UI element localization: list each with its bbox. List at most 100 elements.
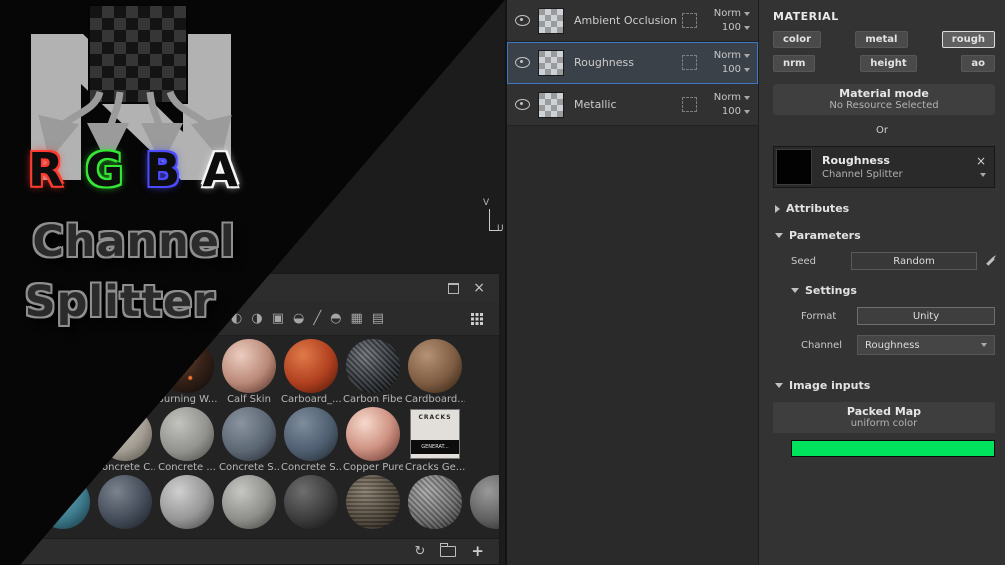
float-window-icon[interactable] — [448, 282, 460, 294]
layer-row-ambient-occlusion[interactable]: Ambient Occlusion Norm 100 — [507, 0, 758, 42]
shelf-item[interactable]: Burning W... — [156, 339, 218, 407]
shelf-item[interactable] — [342, 475, 404, 539]
channel-buttons: color metal rough nrm height ao — [773, 31, 995, 72]
mask-slot-icon[interactable] — [682, 97, 697, 112]
channel-height-button[interactable]: height — [860, 55, 917, 72]
shelf-toolbar: ◐ ◑ ▣ ◒ ╱ ◓ ▦ ▤ — [11, 302, 499, 336]
material-sphere — [98, 407, 152, 461]
filter-brushes-icon[interactable]: ╱ — [313, 312, 321, 325]
shelf-panel: × ◐ ◑ ▣ ◒ ╱ ◓ ▦ ▤ Burning W... Calf Skin — [10, 273, 500, 565]
material-sphere — [346, 407, 400, 461]
refresh-icon[interactable]: ↻ — [415, 545, 426, 558]
shelf-item[interactable] — [94, 475, 156, 539]
channel-metal-button[interactable]: metal — [855, 31, 908, 48]
resource-selector[interactable]: Roughness × Channel Splitter — [773, 146, 995, 188]
mask-slot-icon[interactable] — [682, 13, 697, 28]
blend-mode-dropdown[interactable]: Norm — [714, 8, 750, 19]
filter-smart-materials-icon[interactable]: ◑ — [251, 312, 262, 325]
material-sphere — [284, 339, 338, 393]
visibility-eye-icon[interactable] — [515, 99, 530, 110]
cracks-generator-thumb: CRACKS GENERAT... — [410, 409, 460, 459]
add-resource-icon[interactable]: + — [471, 544, 484, 559]
section-attributes[interactable]: Attributes — [775, 202, 1005, 215]
filter-alphas-icon[interactable]: ◓ — [330, 312, 341, 325]
packed-map-swatch[interactable] — [791, 440, 995, 457]
grid-view-icon[interactable] — [471, 312, 483, 325]
close-icon[interactable]: × — [473, 281, 485, 295]
mask-slot-icon[interactable] — [682, 55, 697, 70]
axis-u-label: U — [497, 224, 504, 234]
shelf-item-label: Concrete S... — [219, 462, 279, 473]
shelf-item[interactable]: Cardboard... — [404, 339, 466, 407]
shelf-item[interactable] — [404, 475, 466, 539]
resource-dropdown-icon[interactable] — [980, 172, 986, 177]
layer-thumbnail[interactable] — [538, 49, 564, 76]
layer-name: Roughness — [574, 56, 635, 69]
channel-ao-button[interactable]: ao — [961, 55, 995, 72]
chevron-down-icon — [744, 67, 750, 72]
uv-axis-indicator: V U — [480, 198, 506, 240]
shelf-item[interactable]: Calf Skin — [218, 339, 280, 407]
shelf-item[interactable]: Copper Pure — [342, 407, 404, 475]
filter-procedurals-icon[interactable]: ▦ — [351, 312, 363, 325]
cracks-thumb-text: CRACKS — [418, 414, 452, 421]
packed-map-input[interactable]: Packed Map uniform color — [773, 402, 995, 433]
channel-color-button[interactable]: color — [773, 31, 822, 48]
format-selector[interactable]: Unity — [857, 307, 995, 325]
shelf-item[interactable]: Concrete ... — [156, 407, 218, 475]
blend-mode-dropdown[interactable]: Norm — [714, 50, 750, 61]
chevron-down-icon — [981, 343, 987, 347]
format-label: Format — [801, 310, 837, 322]
shelf-item[interactable]: Concrete C... — [94, 407, 156, 475]
channel-nrm-button[interactable]: nrm — [773, 55, 816, 72]
material-sphere — [98, 475, 152, 529]
shelf-item[interactable] — [218, 475, 280, 539]
shelf-item[interactable] — [32, 475, 94, 539]
shelf-item-label: Calf Skin — [227, 394, 271, 405]
material-sphere — [160, 475, 214, 529]
layer-row-roughness[interactable]: Roughness Norm 100 — [507, 42, 758, 84]
shelf-item[interactable]: Carboard_... — [280, 339, 342, 407]
resource-clear-icon[interactable]: × — [976, 155, 986, 167]
shelf-row-1: Burning W... Calf Skin Carboard_... Carb… — [11, 339, 499, 407]
layer-thumbnail[interactable] — [538, 91, 564, 118]
visibility-eye-icon[interactable] — [515, 57, 530, 68]
channel-dropdown[interactable]: Roughness — [857, 335, 995, 355]
visibility-eye-icon[interactable] — [515, 15, 530, 26]
filter-smart-masks-icon[interactable]: ▣ — [272, 312, 284, 325]
seed-input[interactable] — [851, 252, 977, 270]
shelf-item-label: Carbon Fiber — [343, 394, 403, 405]
opacity-value: 100 — [721, 64, 741, 75]
shelf-item[interactable]: Carbon Fiber — [342, 339, 404, 407]
shelf-item[interactable] — [156, 475, 218, 539]
shelf-item[interactable] — [466, 475, 499, 539]
shelf-item[interactable]: CRACKS GENERAT... Cracks Ge... — [404, 407, 466, 475]
material-sphere — [160, 407, 214, 461]
filter-materials-icon[interactable]: ◐ — [231, 312, 242, 325]
section-settings[interactable]: Settings — [791, 284, 1005, 297]
material-sphere — [284, 475, 338, 529]
material-sphere — [408, 475, 462, 529]
section-parameters[interactable]: Parameters — [775, 229, 1005, 242]
folder-icon[interactable] — [440, 543, 457, 557]
edit-pencil-icon[interactable] — [986, 256, 995, 266]
shelf-item[interactable]: Concrete S... — [280, 407, 342, 475]
shelf-item[interactable]: Concrete S... — [218, 407, 280, 475]
shelf-item[interactable] — [280, 475, 342, 539]
opacity-dropdown[interactable]: 100 — [722, 64, 750, 75]
chevron-down-icon — [775, 383, 783, 388]
properties-panel: MATERIAL color metal rough nrm height ao… — [758, 0, 1005, 565]
material-mode-button[interactable]: Material mode No Resource Selected — [773, 84, 995, 115]
shelf-titlebar[interactable]: × — [11, 274, 499, 302]
chevron-down-icon — [744, 109, 750, 114]
filter-bitmaps-icon[interactable]: ▤ — [372, 312, 384, 325]
layer-thumbnail[interactable] — [538, 7, 564, 34]
section-image-inputs[interactable]: Image inputs — [775, 379, 1005, 392]
blend-mode-dropdown[interactable]: Norm — [714, 92, 750, 103]
opacity-dropdown[interactable]: 100 — [722, 22, 750, 33]
channel-rough-button[interactable]: rough — [941, 31, 995, 48]
opacity-dropdown[interactable]: 100 — [722, 106, 750, 117]
layer-row-metallic[interactable]: Metallic Norm 100 — [507, 84, 758, 126]
material-sphere — [222, 475, 276, 529]
filter-textures-icon[interactable]: ◒ — [293, 312, 304, 325]
